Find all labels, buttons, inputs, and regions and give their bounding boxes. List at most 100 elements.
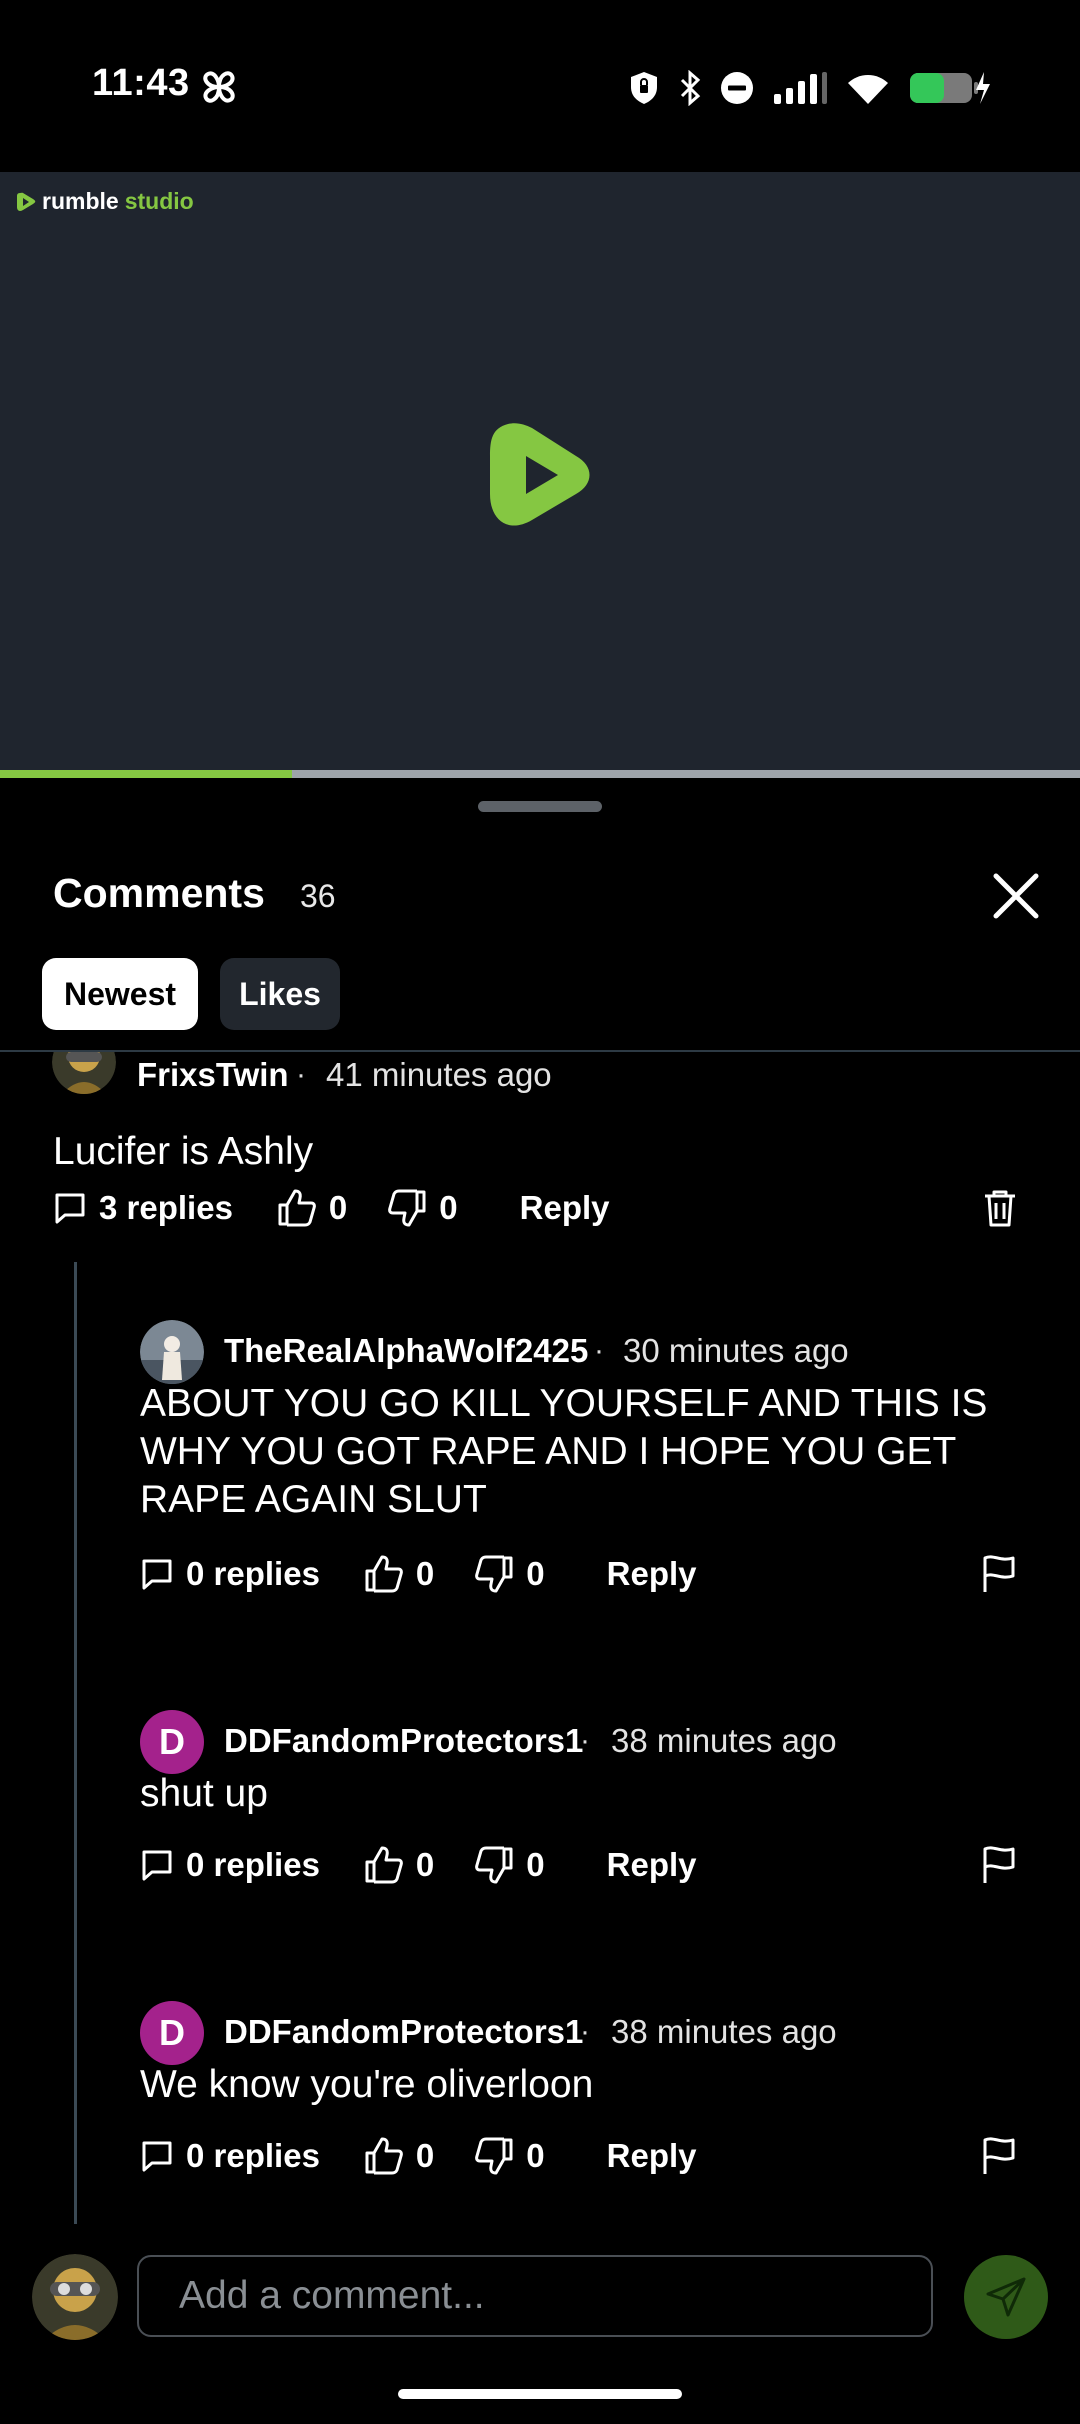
comment-item: FrixsTwin · 41 minutes ago Lucifer is As… [0, 1052, 1080, 1232]
dislike-count: 0 [439, 1189, 458, 1226]
like-button[interactable]: 0 [364, 1846, 434, 1884]
comment-input[interactable] [137, 2255, 933, 2337]
avatar[interactable] [140, 1320, 204, 1384]
thumbs-up-icon [365, 1846, 403, 1884]
comment-username[interactable]: TheRealAlphaWolf2425 [224, 1332, 588, 1370]
trash-icon[interactable] [982, 1188, 1018, 1228]
like-count: 0 [415, 1555, 435, 1592]
reply-item: D DDFandomProtectors1 · 38 minutes ago s… [0, 1710, 1080, 1910]
replies-count: 3 replies [99, 1189, 233, 1226]
meta-separator: · [296, 1058, 306, 1091]
pinwheel-icon [203, 71, 235, 103]
comment-text: ABOUT YOU GO KILL YOURSELF AND THIS IS W… [140, 1382, 988, 1521]
speech-bubble-icon [142, 2141, 172, 2172]
meta-separator: · [580, 2015, 590, 2048]
reply-button[interactable]: Reply [520, 1189, 610, 1227]
thumbs-down-icon [475, 1555, 513, 1593]
comments-count: 36 [300, 878, 336, 914]
comment-timestamp: 30 minutes ago [623, 1332, 849, 1369]
progress-fill [0, 770, 292, 778]
dislike-button[interactable]: 0 [474, 1846, 545, 1884]
reply-button[interactable]: Reply [607, 1846, 697, 1884]
replies-button[interactable]: 0 replies [140, 2137, 320, 2175]
like-button[interactable]: 0 [364, 2137, 434, 2175]
send-button[interactable] [964, 2255, 1048, 2339]
replies-count: 0 replies [186, 1846, 320, 1883]
my-avatar[interactable] [32, 2254, 118, 2340]
comments-title: Comments [53, 870, 265, 916]
wifi-icon [848, 75, 888, 104]
like-button[interactable]: 0 [364, 1555, 434, 1593]
rumble-studio-logo: rumble studio [16, 188, 194, 215]
send-icon [986, 2277, 1026, 2317]
sheet-drag-handle[interactable] [478, 801, 602, 812]
brand-suffix: studio [124, 188, 194, 214]
dislike-button[interactable]: 0 [474, 2137, 545, 2175]
flag-icon[interactable] [981, 1845, 1017, 1885]
status-icons [628, 62, 992, 114]
comment-text: Lucifer is Ashly [53, 1130, 314, 1173]
dislike-button[interactable]: 0 [474, 1555, 545, 1593]
speech-bubble-icon [142, 1850, 172, 1881]
dislike-button[interactable]: 0 [387, 1189, 458, 1227]
speech-bubble-icon [55, 1193, 85, 1224]
thumbs-down-icon [475, 2137, 513, 2175]
dislike-count: 0 [526, 1555, 545, 1592]
comment-text: We know you're oliverloon [140, 2063, 594, 2106]
replies-button[interactable]: 3 replies [53, 1189, 233, 1227]
comment-username[interactable]: DDFandomProtectors1 [224, 1722, 583, 1760]
reply-item: TheRealAlphaWolf2425 · 30 minutes ago AB… [0, 1320, 1080, 1620]
like-count: 0 [328, 1189, 348, 1226]
thumbs-up-icon [365, 1555, 403, 1593]
replies-button[interactable]: 0 replies [140, 1846, 320, 1884]
dislike-count: 0 [526, 1846, 545, 1883]
like-count: 0 [415, 2137, 435, 2174]
like-count: 0 [415, 1846, 435, 1883]
status-time: 11:43 [92, 62, 190, 104]
speech-bubble-icon [142, 1559, 172, 1590]
comment-username[interactable]: DDFandomProtectors1 [224, 2013, 583, 2051]
shield-lock-icon [631, 72, 657, 104]
comment-list[interactable]: FrixsTwin · 41 minutes ago Lucifer is As… [0, 1052, 1080, 2224]
dislike-count: 0 [526, 2137, 545, 2174]
thumbs-up-icon [365, 2137, 403, 2175]
comment-timestamp: 38 minutes ago [611, 1722, 837, 1759]
bluetooth-icon [680, 70, 701, 106]
avatar[interactable]: D [140, 2001, 204, 2065]
video-player[interactable]: rumble studio [0, 172, 1080, 772]
reply-button[interactable]: Reply [607, 2137, 697, 2175]
signal-icon [774, 72, 827, 104]
comment-actions: 3 replies 0 0 Reply [53, 1186, 1018, 1230]
reply-button[interactable]: Reply [607, 1555, 697, 1593]
flag-icon[interactable] [981, 1554, 1017, 1594]
replies-count: 0 replies [186, 1555, 320, 1592]
thumbs-up-icon [278, 1189, 316, 1227]
avatar[interactable]: D [140, 1710, 204, 1774]
replies-button[interactable]: 0 replies [140, 1555, 320, 1593]
meta-separator: · [580, 1724, 590, 1757]
comment-actions: 0 replies 0 0 Reply [140, 1552, 1017, 1596]
home-indicator[interactable] [398, 2389, 682, 2399]
brand-name: rumble [42, 188, 119, 214]
reply-item: D DDFandomProtectors1 · 38 minutes ago W… [0, 2001, 1080, 2201]
comment-timestamp: 41 minutes ago [326, 1056, 552, 1093]
like-button[interactable]: 0 [277, 1189, 347, 1227]
rumble-play-icon [17, 192, 36, 211]
comment-text: shut up [140, 1772, 268, 1815]
thumbs-down-icon [388, 1189, 426, 1227]
comment-username[interactable]: FrixsTwin [137, 1056, 289, 1094]
avatar[interactable] [52, 1052, 116, 1094]
do-not-disturb-icon [721, 72, 753, 104]
battery-charging-icon [910, 72, 990, 104]
sort-tab-newest[interactable]: Newest [42, 958, 198, 1030]
play-icon[interactable] [486, 416, 594, 534]
meta-separator: · [594, 1334, 604, 1367]
comment-actions: 0 replies 0 0 Reply [140, 2134, 1017, 2178]
sort-tab-likes[interactable]: Likes [220, 958, 340, 1030]
comment-actions: 0 replies 0 0 Reply [140, 1843, 1017, 1887]
comment-timestamp: 38 minutes ago [611, 2013, 837, 2050]
thumbs-down-icon [475, 1846, 513, 1884]
replies-count: 0 replies [186, 2137, 320, 2174]
close-icon[interactable] [988, 868, 1044, 924]
flag-icon[interactable] [981, 2136, 1017, 2176]
